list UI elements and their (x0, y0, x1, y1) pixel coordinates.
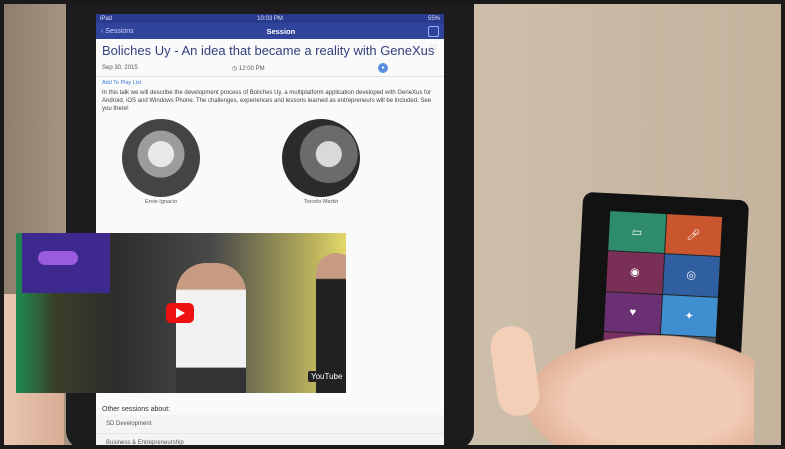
status-device: iPad (100, 15, 113, 22)
avatar (122, 119, 200, 197)
list-item[interactable]: Business & Entrepreneurship (96, 434, 444, 445)
video-player[interactable]: YouTube (16, 233, 346, 393)
speaker-card[interactable]: Torcelo Martin (276, 119, 366, 205)
status-time: 10:03 PM (257, 15, 283, 22)
chat-icon[interactable]: ▭ (608, 211, 666, 254)
target-icon[interactable]: ◎ (662, 254, 721, 297)
speakers-section: Ernie Ignacio Torcelo Martin (96, 113, 444, 205)
play-icon[interactable] (166, 303, 194, 323)
status-bar: iPad 10:03 PM 55% (96, 14, 444, 23)
nav-title: Session (266, 26, 296, 36)
share-icon[interactable] (427, 25, 439, 37)
avatar (282, 119, 360, 197)
speaker-name: Ernie Ignacio (144, 199, 178, 205)
session-time-value: 12:00 PM (238, 65, 265, 72)
photo-scene: iPad 10:03 PM 55% ‹ Sessions Session Bol… (4, 4, 781, 445)
youtube-logo: YouTube (308, 371, 346, 382)
nav-bar: ‹ Sessions Session (96, 23, 444, 39)
room-badge: ● (378, 63, 388, 73)
speaker-card[interactable]: Ernie Ignacio (116, 119, 206, 205)
right-hand (504, 324, 754, 445)
favorite-icon[interactable]: ♡ (429, 44, 438, 55)
slide-logo (38, 251, 78, 265)
speaker-name: Torcelo Martin (303, 199, 339, 205)
session-description: In this talk we will describe the develo… (102, 90, 432, 112)
other-sessions: Other sessions about: SD Development Bus… (96, 404, 444, 445)
session-meta: Sep 30, 2015 ◷ 12:00 PM ● (96, 60, 444, 77)
session-time: ◷ 12:00 PM (232, 65, 265, 72)
back-button[interactable]: ‹ Sessions (101, 28, 134, 35)
session-date: Sep 30, 2015 (102, 65, 138, 71)
add-to-playlist-link[interactable]: Add To Play List (96, 77, 444, 89)
status-battery: 55% (427, 15, 440, 22)
back-label: Sessions (105, 27, 134, 35)
other-sessions-heading: Other sessions about: (102, 406, 171, 413)
mic-icon[interactable]: 🎤︎ (664, 214, 723, 257)
eye-icon[interactable]: ◉ (606, 251, 664, 294)
session-title: Boliches Uy - An idea that became a real… (102, 43, 435, 58)
presentation-slide (22, 233, 110, 293)
list-item[interactable]: SD Development (96, 415, 444, 434)
speaker-figure (176, 263, 246, 393)
